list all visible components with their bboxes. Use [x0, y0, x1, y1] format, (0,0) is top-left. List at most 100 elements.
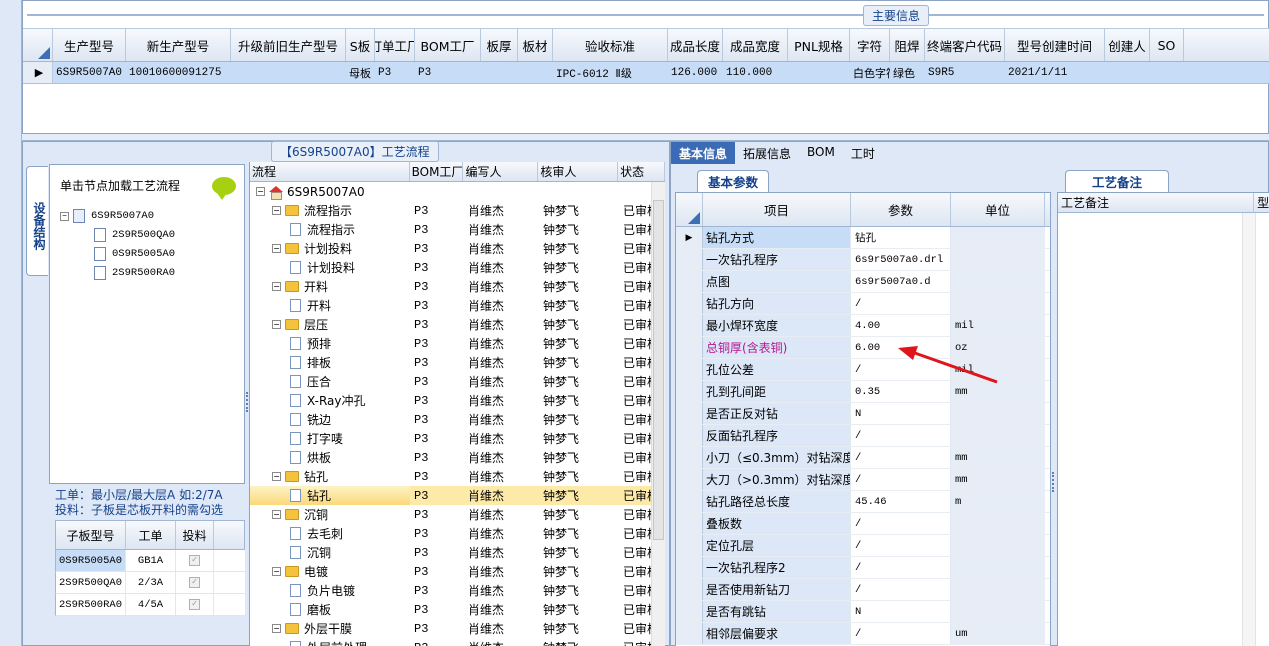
flow-scroll-thumb[interactable] [653, 200, 664, 540]
main-cell[interactable] [1105, 62, 1150, 83]
flow-process-cell[interactable]: − 开料 [250, 277, 410, 296]
main-col-header[interactable]: 创建人 [1105, 29, 1150, 61]
main-cell[interactable]: 110.000 [723, 62, 788, 83]
flow-process-cell[interactable]: − 电镀 [250, 562, 410, 581]
main-col-header[interactable]: 终端客户代码 [925, 29, 1005, 61]
param-row[interactable]: 总铜厚(含表铜) 6.00 oz [676, 337, 1050, 359]
param-value[interactable]: / [851, 579, 951, 600]
main-info-grid[interactable]: 生产型号新生产型号升级前旧生产型号S板订单工厂BOM工厂板厚板材验收标准成品长度… [23, 28, 1269, 84]
feed-checkbox-cell[interactable]: ✓ [176, 550, 214, 571]
flow-process-cell[interactable]: 压合 [250, 372, 410, 391]
param-value[interactable]: 4.00 [851, 315, 951, 336]
tab-basic-params[interactable]: 基本参数 [697, 170, 770, 192]
param-value[interactable]: / [851, 469, 951, 490]
flow-row[interactable]: − 开料 P3 肖维杰 钟梦飞 已审核 [250, 277, 665, 296]
flow-row[interactable]: X-Ray冲孔 P3 肖维杰 钟梦飞 已审核 [250, 391, 665, 410]
param-value[interactable]: / [851, 447, 951, 468]
vertical-splitter-grip[interactable] [1052, 472, 1055, 492]
param-value[interactable]: N [851, 601, 951, 622]
param-value[interactable]: 6.00 [851, 337, 951, 358]
flow-process-cell[interactable]: 预排 [250, 334, 410, 353]
main-col-header[interactable]: 型号创建时间 [1005, 29, 1105, 61]
tree-child-node[interactable]: 2S9R500QA0 [94, 228, 175, 242]
flow-scrollbar[interactable] [651, 182, 665, 646]
tab-basic-info[interactable]: 基本信息 [671, 142, 736, 164]
feed-checkbox[interactable]: ✓ [189, 555, 200, 566]
param-value[interactable]: / [851, 535, 951, 556]
flow-process-cell[interactable]: 铣边 [250, 410, 410, 429]
param-row[interactable]: 是否正反对钻 N [676, 403, 1050, 425]
main-col-header[interactable]: 成品宽度 [723, 29, 788, 61]
main-col-header[interactable]: SO [1150, 29, 1184, 61]
main-cell[interactable] [518, 62, 553, 83]
collapse-icon[interactable]: − [272, 624, 281, 633]
main-col-header[interactable]: 订单工厂 [375, 29, 415, 61]
tab-bom[interactable]: BOM [799, 142, 843, 164]
flow-row[interactable]: − 6S9R5007A0 [250, 182, 665, 201]
remark-scrollbar[interactable] [1242, 213, 1256, 646]
flow-process-cell[interactable]: − 计划投料 [250, 239, 410, 258]
main-col-header[interactable]: 字符 [850, 29, 890, 61]
collapse-icon[interactable]: − [60, 211, 69, 221]
collapse-icon[interactable]: − [272, 320, 281, 329]
feed-checkbox-cell[interactable]: ✓ [176, 572, 214, 593]
main-col-header[interactable]: 验收标准 [553, 29, 668, 61]
main-cell[interactable]: IPC-6012 Ⅱ级 [553, 62, 668, 83]
flow-row[interactable]: 流程指示 P3 肖维杰 钟梦飞 已审核 [250, 220, 665, 239]
param-row[interactable]: 相邻层偏要求 / um [676, 623, 1050, 645]
collapse-icon[interactable]: − [272, 567, 281, 576]
param-value[interactable]: 6s9r5007a0.d [851, 271, 951, 292]
main-cell[interactable]: 10010600091275 [126, 62, 231, 83]
flow-process-cell[interactable]: 钻孔 [250, 486, 410, 505]
param-row[interactable]: 点图 6s9r5007a0.d [676, 271, 1050, 293]
flow-process-cell[interactable]: 外层前处理 [250, 638, 410, 646]
collapse-icon[interactable]: − [272, 244, 281, 253]
sub-board-row[interactable]: 2S9R500QA0 2/3A ✓ [55, 572, 245, 594]
flow-row[interactable]: 打字唛 P3 肖维杰 钟梦飞 已审核 [250, 429, 665, 448]
param-row[interactable]: 叠板数 / [676, 513, 1050, 535]
flow-process-cell[interactable]: 排板 [250, 353, 410, 372]
flow-row[interactable]: 沉铜 P3 肖维杰 钟梦飞 已审核 [250, 543, 665, 562]
flow-row[interactable]: − 层压 P3 肖维杰 钟梦飞 已审核 [250, 315, 665, 334]
flow-row[interactable]: 排板 P3 肖维杰 钟梦飞 已审核 [250, 353, 665, 372]
flow-process-cell[interactable]: − 钻孔 [250, 467, 410, 486]
tree-child-node[interactable]: 0S9R5005A0 [94, 247, 175, 261]
param-value[interactable]: N [851, 403, 951, 424]
flow-row[interactable]: 负片电镀 P3 肖维杰 钟梦飞 已审核 [250, 581, 665, 600]
param-value[interactable]: 0.35 [851, 381, 951, 402]
main-cell[interactable]: 绿色 [890, 62, 925, 83]
sub-board-row[interactable]: 2S9R500RA0 4/5A ✓ [55, 594, 245, 616]
device-structure-tab[interactable]: 设备结构 [26, 166, 48, 276]
flow-row[interactable]: 外层前处理 P3肖维杰钟梦飞已审核 [250, 638, 665, 646]
param-row[interactable]: 钻孔路径总长度 45.46 m [676, 491, 1050, 513]
param-row[interactable]: 钻孔方向 / [676, 293, 1050, 315]
tab-extended-info[interactable]: 拓展信息 [735, 142, 799, 164]
sub-board-order[interactable]: 2/3A [126, 572, 176, 593]
main-cell[interactable]: 6S9R5007A0 [53, 62, 126, 83]
flow-row[interactable]: 预排 P3 肖维杰 钟梦飞 已审核 [250, 334, 665, 353]
main-cell[interactable]: 母板 [346, 62, 375, 83]
param-row[interactable]: 一次钻孔程序2/ [676, 557, 1050, 579]
flow-row[interactable]: − 外层干膜 P3 肖维杰 钟梦飞 已审核 [250, 619, 665, 638]
param-value[interactable]: 钻孔 [851, 227, 951, 248]
sub-board-grid[interactable]: 子板型号 工单 投料 0S9R5005A0 GB1A ✓ 2S9R500QA0 2/3A… [55, 520, 245, 616]
flow-process-cell[interactable]: − 外层干膜 [250, 619, 410, 638]
param-value[interactable]: / [851, 623, 951, 644]
main-info-data-row[interactable]: ▶ 6S9R5007A0 10010600091275 母板 P3 P3 IPC-6012 … [23, 62, 1269, 84]
main-cell[interactable] [1150, 62, 1184, 83]
flow-process-cell[interactable]: 烘板 [250, 448, 410, 467]
main-cell[interactable]: 白色字符 [850, 62, 890, 83]
main-col-header[interactable]: PNL规格 [788, 29, 850, 61]
flow-process-cell[interactable]: 打字唛 [250, 429, 410, 448]
param-row[interactable]: 小刀（≤0.3mm）对钻深度 / mm [676, 447, 1050, 469]
flow-row[interactable]: 压合 P3 肖维杰 钟梦飞 已审核 [250, 372, 665, 391]
horizontal-splitter[interactable] [22, 134, 1269, 141]
collapse-icon[interactable]: − [256, 187, 265, 196]
feed-checkbox[interactable]: ✓ [189, 599, 200, 610]
flow-row[interactable]: − 钻孔 P3 肖维杰 钟梦飞 已审核 [250, 467, 665, 486]
process-remark-grid[interactable]: 工艺备注 型 [1057, 192, 1269, 646]
flow-process-cell[interactable]: 计划投料 [250, 258, 410, 277]
flow-process-cell[interactable]: 流程指示 [250, 220, 410, 239]
main-col-header[interactable]: 板厚 [481, 29, 518, 61]
main-col-header[interactable]: 阻焊 [890, 29, 925, 61]
